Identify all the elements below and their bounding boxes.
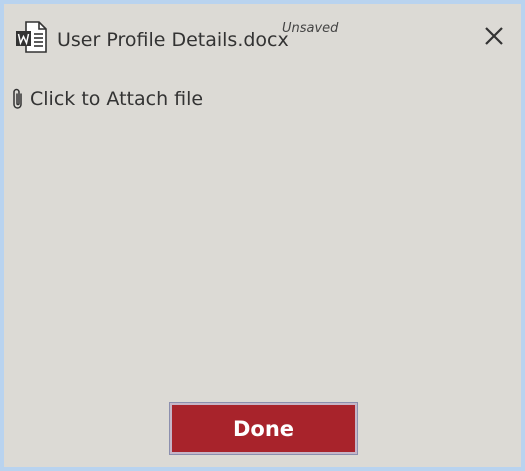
- file-attach-dialog: User Profile Details.docx Unsaved Click …: [0, 0, 525, 471]
- attach-file-label: Click to Attach file: [30, 88, 204, 110]
- done-button[interactable]: Done: [169, 402, 358, 455]
- unsaved-status: Unsaved: [282, 21, 339, 36]
- paperclip-icon: [13, 88, 22, 109]
- word-document-icon: [16, 21, 47, 53]
- file-name: User Profile Details.docx: [57, 29, 289, 51]
- close-icon[interactable]: [480, 22, 508, 50]
